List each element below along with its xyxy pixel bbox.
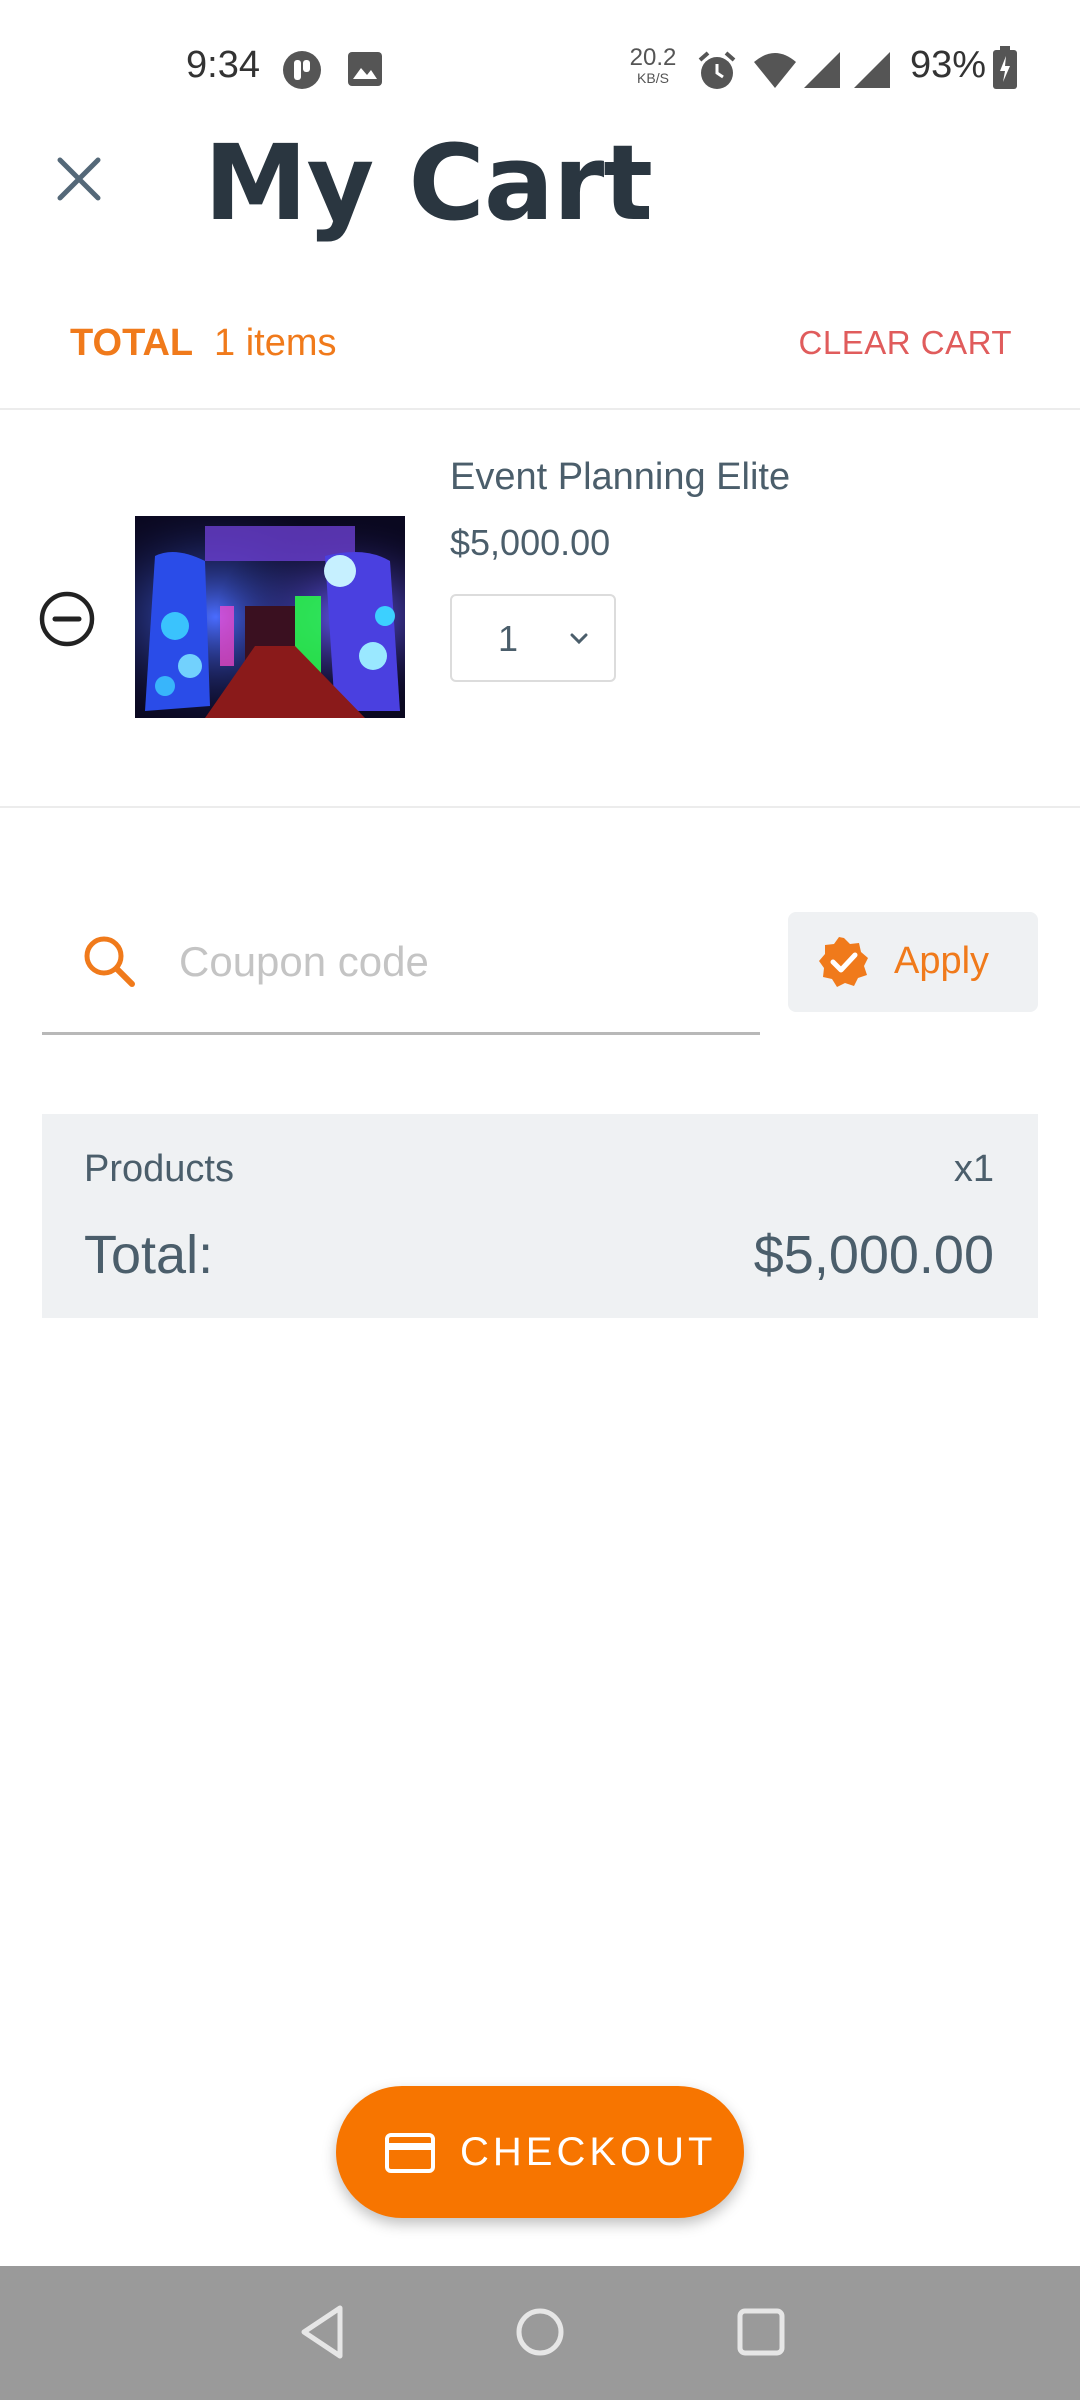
apply-coupon-button[interactable]: Apply: [788, 912, 1038, 1012]
chevron-down-icon: [570, 633, 588, 645]
alarm-icon: [698, 51, 736, 89]
total-label: Total:: [84, 1225, 214, 1285]
battery-percent: 93%: [910, 44, 987, 86]
divider: [0, 408, 1080, 410]
recents-icon[interactable]: [734, 2302, 788, 2362]
status-time: 9:34: [186, 44, 260, 86]
quantity-select[interactable]: 1: [450, 594, 616, 682]
product-name: Event Planning Elite: [450, 456, 791, 498]
product-price: $5,000.00: [450, 522, 611, 563]
signal-icon-2: [854, 52, 890, 88]
apply-label: Apply: [894, 940, 990, 982]
clear-cart-button[interactable]: CLEAR CART: [799, 324, 1012, 362]
divider: [0, 806, 1080, 808]
app-notification-icon: [283, 51, 321, 89]
image-icon: [348, 52, 382, 86]
battery-charging-icon: [993, 46, 1017, 89]
page-title: My Cart: [204, 122, 653, 244]
back-icon[interactable]: [296, 2302, 348, 2362]
product-image: [135, 516, 405, 718]
wifi-icon: [754, 53, 796, 88]
coupon-input[interactable]: [177, 928, 741, 996]
remove-item-button[interactable]: [38, 590, 96, 648]
status-bar: 9:34 20.2 KB/S 93%: [0, 0, 1080, 130]
quantity-value: 1: [498, 618, 519, 659]
checkout-button[interactable]: CHECKOUT: [336, 2086, 744, 2218]
verified-badge-icon: [819, 937, 868, 987]
total-label: TOTAL: [70, 322, 194, 364]
network-speed: 20.2 KB/S: [629, 44, 677, 87]
signal-icon: [804, 52, 840, 88]
coupon-field: [42, 900, 760, 1035]
cart-screen: 9:34 20.2 KB/S 93% My Cart TOTAL 1 items…: [0, 0, 1080, 2400]
search-icon: [84, 936, 135, 987]
credit-card-icon: [385, 2133, 435, 2173]
close-button[interactable]: [50, 150, 108, 208]
system-navigation-bar: [0, 2266, 1080, 2400]
products-count: x1: [953, 1148, 994, 1190]
cart-total-row: TOTAL 1 items CLEAR CART: [0, 300, 1080, 410]
checkout-label: CHECKOUT: [460, 2130, 717, 2174]
home-icon[interactable]: [512, 2302, 568, 2362]
item-count: 1 items: [214, 322, 337, 364]
order-summary: Products x1 Total: $5,000.00: [42, 1114, 1038, 1318]
products-label: Products: [84, 1148, 234, 1190]
total-value: $5,000.00: [753, 1225, 994, 1285]
